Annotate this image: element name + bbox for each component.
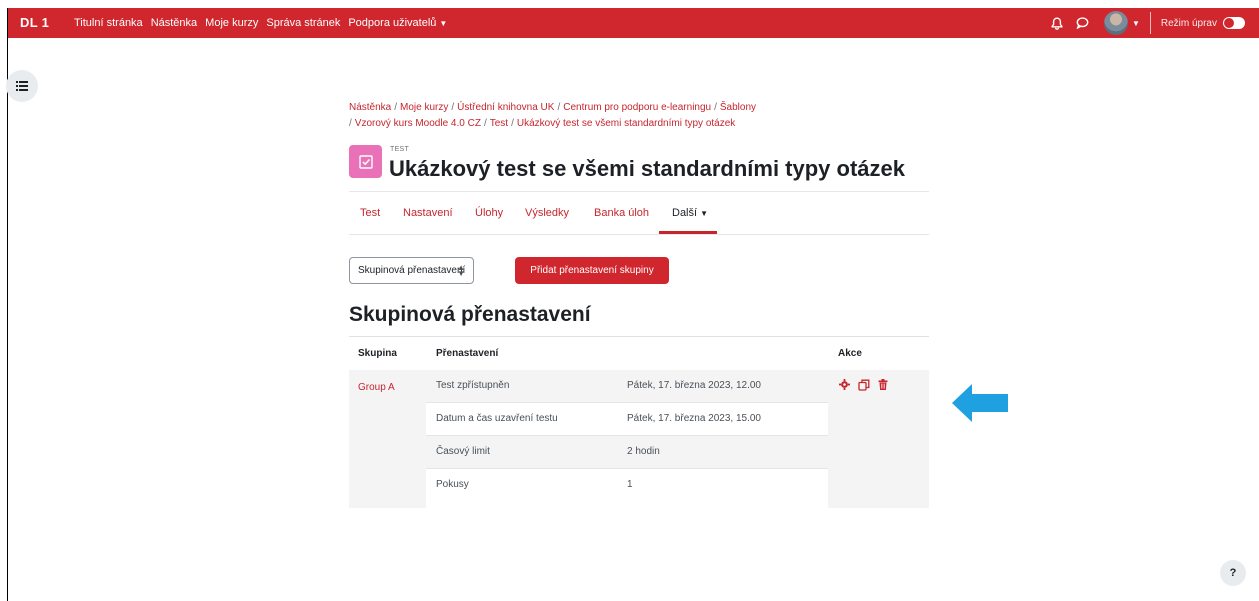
tab-questions[interactable]: Úlohy [475,207,503,219]
help-button[interactable]: ? [1220,560,1246,586]
edit-mode-label: Režim úprav [1160,17,1217,29]
tab-more[interactable]: Další ▼ [672,207,708,219]
breadcrumb-item[interactable]: Nástěnka [349,102,391,113]
breadcrumb-item[interactable]: Centrum pro podporu e-learningu [563,102,711,113]
nav-divider [1149,12,1151,34]
table-row: Pokusy 1 [426,469,828,508]
setting-value: 2 hodin [627,446,660,457]
setting-name: Datum a čas uzavření testu [436,413,558,424]
breadcrumb-item[interactable]: Ukázkový test se všemi standardními typy… [517,118,735,129]
avatar[interactable] [1103,11,1128,35]
setting-name: Pokusy [436,479,469,490]
top-navbar: DL 1 Titulní stránka Nástěnka Moje kurzy… [8,8,1259,38]
message-icon[interactable] [1074,14,1092,32]
table-row: Datum a čas uzavření testu Pátek, 17. bř… [426,403,828,436]
tab-settings[interactable]: Nastavení [403,207,453,219]
list-icon [16,81,28,91]
section-title: Skupinová přenastavení [349,303,591,326]
overrides-table: Skupina Přenastavení Akce Group A Test z… [349,336,929,508]
breadcrumb-item[interactable]: Test [490,118,508,129]
setting-value: Pátek, 17. března 2023, 12.00 [627,380,761,391]
edit-mode-toggle[interactable] [1223,17,1245,29]
breadcrumb-item[interactable]: Šablony [720,102,756,113]
row-actions [838,378,889,391]
active-tab-indicator [659,231,717,234]
primary-navigation: Titulní stránka Nástěnka Moje kurzy Sprá… [74,17,447,29]
nav-home[interactable]: Titulní stránka [74,17,143,29]
group-link[interactable]: Group A [358,382,395,393]
setting-value: Pátek, 17. března 2023, 15.00 [627,413,761,424]
chevron-down-icon: ▼ [439,19,448,28]
chevron-down-icon[interactable]: ▼ [1132,19,1140,28]
settings-icon[interactable] [838,378,851,391]
tab-test[interactable]: Test [360,207,380,219]
site-brand[interactable]: DL 1 [20,15,49,30]
table-body: Group A Test zpřístupněn Pátek, 17. břez… [349,370,929,508]
tab-results[interactable]: Výsledky [525,207,569,219]
window-edge [7,8,8,601]
secondary-navigation: Test Nastavení Úlohy Výsledky Banka úloh… [349,192,929,235]
user-navigation: ▼ Režim úprav [1048,8,1259,38]
nav-user-support-label: Podpora uživatelů [348,17,437,29]
table-header: Skupina Přenastavení Akce [349,336,929,370]
select-value: Skupinová přenastavení [358,265,466,276]
bell-icon[interactable] [1048,14,1066,32]
breadcrumb: Nástěnka / Moje kurzy / Ústřední knihovna UK… [349,102,757,129]
page-title: Ukázkový test se všemi standardními typy… [389,156,905,181]
column-header-group: Skupina [358,348,397,359]
table-row: Časový limit 2 hodin [426,436,828,469]
setting-name: Test zpřístupněn [436,380,510,391]
activity-type-label: TEST [390,146,410,153]
select-arrows-icon: ▲ ▼ [457,263,465,278]
setting-value: 1 [627,479,633,490]
add-group-override-button[interactable]: Přidat přenastavení skupiny [515,257,669,284]
copy-icon[interactable] [857,378,870,391]
setting-name: Časový limit [436,446,490,457]
page-header: TEST Ukázkový test se všemi standardními… [349,145,929,185]
override-type-select[interactable]: Skupinová přenastavení ▲ ▼ [349,257,474,284]
column-header-actions: Akce [838,348,862,359]
nav-site-admin[interactable]: Správa stránek [266,17,340,29]
quiz-icon [349,145,382,178]
course-index-toggle[interactable] [6,70,38,102]
nav-dashboard[interactable]: Nástěnka [151,17,197,29]
nav-user-support[interactable]: Podpora uživatelů ▼ [348,17,447,29]
breadcrumb-item[interactable]: Vzorový kurs Moodle 4.0 CZ [355,118,481,129]
trash-icon[interactable] [876,378,889,391]
breadcrumb-item[interactable]: Ústřední knihovna UK [457,102,554,113]
chevron-down-icon: ▼ [700,209,708,218]
tab-more-label: Další [672,207,698,219]
annotation-arrow-icon [952,383,1008,428]
tab-question-bank[interactable]: Banka úloh [594,207,649,219]
nav-my-courses[interactable]: Moje kurzy [205,17,258,29]
column-header-override: Přenastavení [436,348,499,359]
main-content: Nástěnka / Moje kurzy / Ústřední knihovna UK… [349,100,929,508]
breadcrumb-item[interactable]: Moje kurzy [400,102,448,113]
table-row: Test zpřístupněn Pátek, 17. března 2023,… [426,370,828,403]
